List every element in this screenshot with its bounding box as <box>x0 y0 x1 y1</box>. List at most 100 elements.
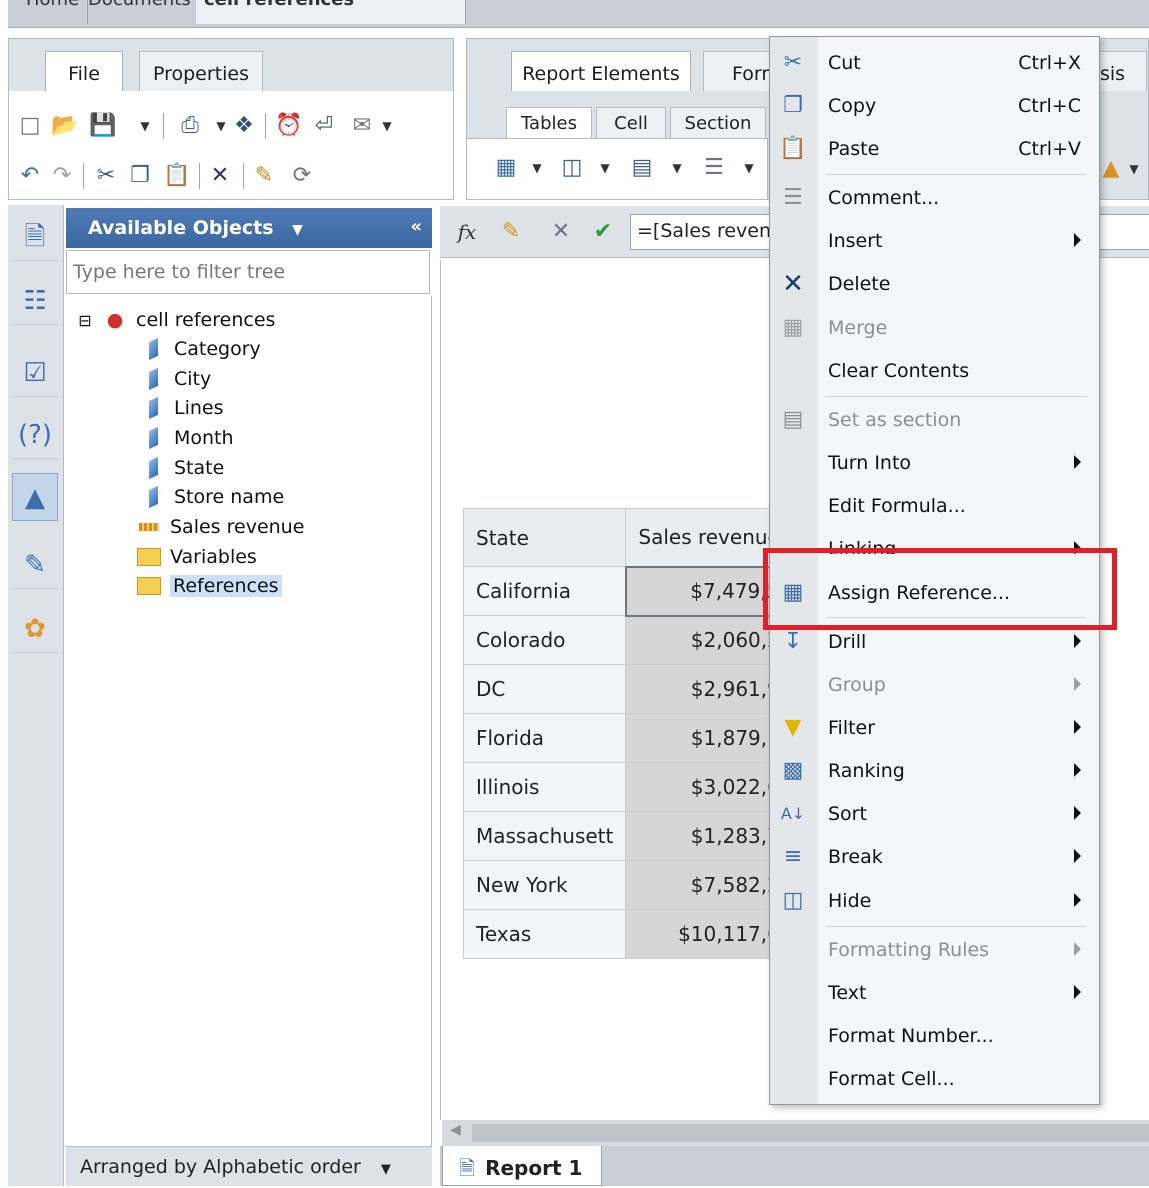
web-service-icon[interactable]: (?) <box>12 411 58 459</box>
menu-item-copy[interactable]: ❐ Copy Ctrl+C <box>770 87 1099 125</box>
table-cell-state[interactable]: California <box>462 566 627 616</box>
menu-item-filter[interactable]: ▼ Filter <box>770 709 1099 747</box>
table-cell-sales-revenue[interactable]: $1,283,7 <box>625 811 793 861</box>
horizontal-scrollbar[interactable]: ◀ <box>442 1120 1149 1146</box>
tree-item-state[interactable]: State <box>142 454 224 482</box>
menu-item-insert[interactable]: Insert <box>770 222 1099 260</box>
menu-item-ranking[interactable]: ▩ Ranking <box>770 752 1099 790</box>
email-dropdown-icon[interactable]: ▼ <box>381 113 393 139</box>
insert-row-icon[interactable]: ▤ <box>629 155 655 181</box>
email-icon[interactable]: ✉ <box>349 113 375 139</box>
menu-item-delete[interactable]: ✕ Delete <box>770 265 1099 303</box>
tree-item-lines[interactable]: Lines <box>142 394 224 422</box>
menu-item-group[interactable]: Group <box>770 666 1099 704</box>
menu-item-hide[interactable]: ◫ Hide <box>770 882 1099 920</box>
cancel-formula-icon[interactable]: ✕ <box>548 219 574 245</box>
table-cell-sales-revenue[interactable]: $10,117,6 <box>625 909 793 959</box>
refresh-icon[interactable]: ⟳ <box>289 163 315 189</box>
tree-item-store-name[interactable]: Store name <box>142 483 284 511</box>
menu-item-sort[interactable]: A↓ Sort <box>770 795 1099 833</box>
available-objects-icon[interactable]: ▲ <box>12 473 58 521</box>
filter-tree-input[interactable]: Type here to filter tree <box>66 250 430 294</box>
table-cell-state[interactable]: Texas <box>462 909 627 959</box>
doc-tab-home[interactable]: Home <box>18 0 89 24</box>
paste-icon[interactable]: 📋 <box>163 163 190 189</box>
doc-tab-cell-references[interactable]: cell references <box>196 0 466 24</box>
available-objects-header[interactable]: Available Objects ▼ « <box>66 208 432 248</box>
chevron-down-icon[interactable]: ▼ <box>292 222 303 238</box>
menu-item-formatting-rules[interactable]: Formatting Rules <box>770 931 1099 969</box>
table-cell-sales-revenue[interactable]: $7,582,2 <box>625 860 793 910</box>
table-cell-sales-revenue[interactable]: $2,961,9 <box>625 664 793 714</box>
formula-fx-icon[interactable]: fx <box>454 219 480 245</box>
menu-item-merge[interactable]: ▦ Merge <box>770 309 1099 347</box>
doc-tab-documents[interactable]: Documents <box>80 0 200 24</box>
collapse-panel-icon[interactable]: « <box>410 216 422 237</box>
export-icon[interactable]: ⏎ <box>311 113 337 139</box>
validate-formula-icon[interactable]: ✔ <box>590 219 616 245</box>
menu-item-clear-contents[interactable]: Clear Contents <box>770 352 1099 390</box>
tab-report-elements[interactable]: Report Elements <box>511 51 691 91</box>
schedule-icon[interactable]: ⏰ <box>275 113 302 139</box>
table-cell-state[interactable]: DC <box>462 664 627 714</box>
scroll-left-icon[interactable]: ◀ <box>450 1122 461 1138</box>
tree-item-sales-revenue[interactable]: Sales revenue <box>136 513 304 541</box>
cut-icon[interactable]: ✂ <box>93 163 119 189</box>
insert-column-dropdown-icon[interactable]: ▼ <box>599 155 611 181</box>
tree-item-month[interactable]: Month <box>142 424 234 452</box>
input-controls-icon[interactable]: ☑ <box>12 349 58 397</box>
redo-icon[interactable]: ↷ <box>49 163 75 189</box>
table-cell-state[interactable]: Illinois <box>462 762 627 812</box>
menu-item-cut[interactable]: ✂ Cut Ctrl+X <box>770 44 1099 82</box>
table-cell-state[interactable]: New York <box>462 860 627 910</box>
navigation-map-icon[interactable]: ☷ <box>12 277 58 325</box>
insert-table-dropdown-icon[interactable]: ▼ <box>531 155 543 181</box>
tree-item-category[interactable]: Category <box>142 335 261 363</box>
table-cell-state[interactable]: Florida <box>462 713 627 763</box>
arrange-by-selector[interactable]: Arranged by Alphabetic order ▼ <box>66 1146 432 1186</box>
data-flow-icon[interactable]: ✿ <box>12 605 58 653</box>
document-summary-icon[interactable]: 🗎 <box>12 213 58 261</box>
subtab-section[interactable]: Section <box>670 107 766 138</box>
insert-table-icon[interactable]: ▦ <box>493 155 519 181</box>
chart-type-dropdown-icon[interactable]: ▼ <box>1128 156 1140 182</box>
subtab-tables[interactable]: Tables <box>506 107 592 138</box>
menu-item-comment[interactable]: ☰ Comment... <box>770 179 1099 217</box>
find-icon[interactable]: ❖ <box>231 113 257 139</box>
table-cell-state[interactable]: Colorado <box>462 615 627 665</box>
menu-item-format-cell[interactable]: Format Cell... <box>770 1060 1099 1098</box>
table-cell-sales-revenue[interactable]: $1,879,1 <box>625 713 793 763</box>
insert-row-dropdown-icon[interactable]: ▼ <box>671 155 683 181</box>
tree-item-references[interactable]: References <box>136 572 282 600</box>
chart-type-icon[interactable]: ▲ <box>1098 156 1124 182</box>
subtab-cell[interactable]: Cell <box>596 107 666 138</box>
menu-item-text[interactable]: Text <box>770 974 1099 1012</box>
delete-icon[interactable]: ✕ <box>207 163 233 189</box>
menu-item-turn-into[interactable]: Turn Into <box>770 444 1099 482</box>
copy-icon[interactable]: ❐ <box>127 163 153 189</box>
report-tab[interactable]: 🗎 Report 1 <box>442 1146 602 1186</box>
edit-document-icon[interactable]: ✎ <box>251 163 277 189</box>
column-header-state[interactable]: State <box>462 508 627 567</box>
undo-icon[interactable]: ↶ <box>17 163 43 189</box>
open-folder-icon[interactable]: 📂 <box>51 113 78 139</box>
tree-item-variables[interactable]: Variables <box>136 543 257 571</box>
document-structure-icon[interactable]: ✎ <box>12 541 58 589</box>
collapse-node-icon[interactable]: ⊟ <box>78 307 92 335</box>
print-icon[interactable]: ⎙ <box>177 113 203 139</box>
scrollbar-thumb[interactable] <box>472 1124 1149 1142</box>
menu-item-paste[interactable]: 📋 Paste Ctrl+V <box>770 130 1099 168</box>
tree-item-city[interactable]: City <box>142 365 211 393</box>
save-dropdown-icon[interactable]: ▼ <box>139 113 151 139</box>
menu-item-set-as-section[interactable]: ▤ Set as section <box>770 401 1099 439</box>
table-cell-sales-revenue[interactable]: $3,022,6 <box>625 762 793 812</box>
save-icon[interactable]: 💾 <box>89 113 116 139</box>
table-cell-state[interactable]: Massachusett <box>462 811 627 861</box>
menu-item-break[interactable]: ≡ Break <box>770 838 1099 876</box>
table-layout-dropdown-icon[interactable]: ▼ <box>743 155 755 181</box>
menu-item-edit-formula[interactable]: Edit Formula... <box>770 487 1099 525</box>
print-dropdown-icon[interactable]: ▼ <box>215 113 227 139</box>
tree-root[interactable]: ⊟ ● cell references <box>78 306 275 334</box>
menu-item-format-number[interactable]: Format Number... <box>770 1017 1099 1055</box>
tab-properties[interactable]: Properties <box>139 51 263 91</box>
